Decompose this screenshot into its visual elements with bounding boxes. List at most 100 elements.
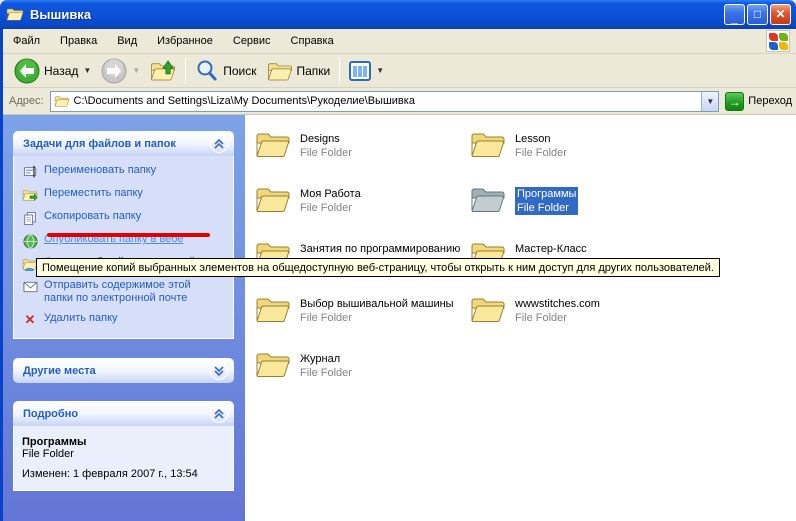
address-label: Адрес: — [9, 95, 44, 107]
folder-tile-wwwstitches[interactable]: wwwstitches.com File Folder — [470, 295, 685, 350]
folder-name: Журнал — [300, 352, 352, 366]
forward-icon — [101, 58, 127, 84]
maximize-button[interactable]: □ — [747, 4, 768, 25]
task-email-folder[interactable]: Отправить содержимое этой папки по элект… — [22, 279, 227, 305]
folder-icon — [470, 295, 506, 325]
address-input[interactable]: C:\Documents and Settings\Liza\My Docume… — [50, 91, 720, 112]
copy-icon — [22, 210, 38, 226]
folders-button[interactable]: Папки — [262, 57, 336, 85]
folder-name: Lesson — [515, 132, 567, 146]
address-dropdown-button[interactable]: ▼ — [701, 92, 718, 111]
minimize-button[interactable]: _ — [724, 4, 745, 25]
folder-type: File Folder — [300, 201, 361, 215]
back-button[interactable]: Назад ▼ — [9, 56, 96, 86]
folder-tile-moya-rabota[interactable]: Моя Работа File Folder — [255, 185, 470, 240]
back-icon — [14, 58, 40, 84]
folder-name: Выбор вышивальной машины — [300, 297, 454, 311]
task-move-folder[interactable]: Переместить папку — [22, 187, 227, 203]
folder-icon — [470, 130, 506, 160]
folder-type: File Folder — [300, 146, 352, 160]
task-rename-folder[interactable]: Переименовать папку — [22, 164, 227, 180]
menu-file[interactable]: Файл — [3, 31, 50, 51]
folder-content-area: Задачи для файлов и папок — [3, 115, 796, 521]
collapse-chevron-icon[interactable] — [210, 405, 228, 423]
go-arrow-icon: → — [725, 92, 744, 111]
folder-type: File Folder — [515, 201, 578, 215]
menu-view[interactable]: Вид — [107, 31, 147, 51]
task-label: Отправить содержимое этой папки по элект… — [44, 279, 216, 305]
folder-type: File Folder — [300, 311, 454, 325]
tooltip: Помещение копий выбранных элементов на о… — [36, 258, 720, 277]
menu-bar: Файл Правка Вид Избранное Сервис Справка — [3, 29, 796, 54]
address-folder-icon — [54, 95, 70, 108]
folder-tile-lesson[interactable]: Lesson File Folder — [470, 130, 685, 185]
explorer-window: Вышивка _ □ ✕ Файл Правка Вид Избранное … — [0, 0, 796, 521]
menu-tools[interactable]: Сервис — [223, 31, 281, 51]
sidebar: Задачи для файлов и папок — [3, 115, 245, 521]
task-label: Переименовать папку — [44, 164, 156, 177]
back-label: Назад — [44, 64, 78, 78]
folder-name: Моя Работа — [300, 187, 361, 201]
task-delete-folder[interactable]: ✕ Удалить папку — [22, 312, 227, 328]
other-places-title: Другие места — [23, 365, 96, 377]
collapse-chevron-icon[interactable] — [210, 135, 228, 153]
toolbar: Назад ▼ ▼ — [3, 54, 796, 88]
folder-icon — [255, 295, 291, 325]
folder-tile-zhurnal[interactable]: Журнал File Folder — [255, 350, 470, 405]
folder-name: Занятия по программированию — [300, 242, 460, 256]
title-bar[interactable]: Вышивка _ □ ✕ — [0, 0, 796, 29]
delete-x-icon: ✕ — [22, 312, 38, 328]
toolbar-separator — [185, 58, 186, 84]
rename-icon — [22, 164, 38, 180]
folder-name: Мастер-Класс — [515, 242, 587, 256]
folders-label: Папки — [297, 64, 331, 78]
folder-tile-vybor-mashiny[interactable]: Выбор вышивальной машины File Folder — [255, 295, 470, 350]
forward-button[interactable]: ▼ — [96, 56, 145, 86]
up-button[interactable] — [145, 57, 181, 85]
folder-tile-programmy-selected[interactable]: Программы File Folder — [470, 185, 685, 240]
other-places-header[interactable]: Другие места — [13, 358, 234, 383]
forward-dropdown-icon: ▼ — [132, 66, 140, 75]
details-folder-name: Программы — [22, 436, 225, 448]
details-header[interactable]: Подробно — [13, 401, 234, 426]
task-label: Скопировать папку — [44, 210, 141, 223]
folder-icon-selected — [470, 185, 506, 215]
menu-help[interactable]: Справка — [281, 31, 344, 51]
views-button[interactable]: ▼ — [344, 59, 389, 83]
search-label: Поиск — [223, 64, 256, 78]
back-dropdown-icon[interactable]: ▼ — [83, 66, 91, 75]
task-label: Переместить папку — [44, 187, 143, 200]
toolbar-separator — [339, 58, 340, 84]
red-underline-annotation — [47, 233, 210, 237]
file-tasks-header[interactable]: Задачи для файлов и папок — [13, 131, 234, 156]
folder-type: File Folder — [515, 311, 600, 325]
file-tasks-title: Задачи для файлов и папок — [23, 138, 176, 150]
close-button[interactable]: ✕ — [770, 4, 791, 25]
task-copy-folder[interactable]: Скопировать папку — [22, 210, 227, 226]
menu-favorites[interactable]: Избранное — [147, 31, 223, 51]
details-panel: Подробно Программы File Folder Изменен: … — [13, 401, 234, 491]
views-dropdown-icon[interactable]: ▼ — [376, 66, 384, 75]
folder-name: Программы — [515, 187, 578, 201]
search-icon — [195, 59, 219, 83]
folders-icon — [267, 59, 293, 83]
folder-type: File Folder — [300, 366, 352, 380]
go-button[interactable]: → Переход — [725, 92, 792, 111]
publish-web-icon — [22, 233, 38, 249]
window-title: Вышивка — [30, 7, 91, 22]
other-places-panel: Другие места — [13, 358, 234, 383]
folder-tile-designs[interactable]: Designs File Folder — [255, 130, 470, 185]
details-body: Программы File Folder Изменен: 1 февраля… — [13, 426, 234, 491]
folder-up-icon — [150, 59, 176, 83]
folder-name: Designs — [300, 132, 352, 146]
folder-icon — [255, 350, 291, 380]
details-folder-type: File Folder — [22, 448, 225, 460]
folder-name: wwwstitches.com — [515, 297, 600, 311]
search-button[interactable]: Поиск — [190, 57, 261, 85]
go-label: Переход — [748, 95, 792, 107]
file-tasks-body: Переименовать папку Переместить папку — [13, 156, 234, 339]
expand-chevron-icon[interactable] — [210, 362, 228, 380]
menu-edit[interactable]: Правка — [50, 31, 107, 51]
folder-icon — [255, 185, 291, 215]
move-folder-icon — [22, 187, 38, 203]
